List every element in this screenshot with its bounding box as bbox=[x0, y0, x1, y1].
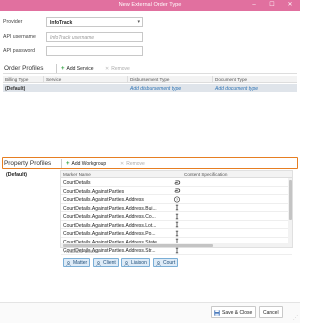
asset-chip-client[interactable]: Client bbox=[93, 258, 119, 267]
link-icon[interactable] bbox=[173, 187, 181, 194]
marker-name: CourtDetails.AgainstParties bbox=[63, 188, 125, 195]
provider-select[interactable]: InfoTrack ▾ bbox=[46, 17, 143, 27]
resize-grip-icon[interactable]: ⋰ bbox=[293, 315, 298, 321]
plus-icon: + bbox=[66, 161, 70, 167]
chevron-down-icon: ▾ bbox=[137, 19, 140, 25]
column-divider bbox=[127, 76, 128, 83]
asset-chip-label: Court bbox=[163, 260, 176, 266]
username-label: API username bbox=[3, 34, 36, 40]
password-field[interactable] bbox=[46, 46, 143, 56]
column-header: Marker Name bbox=[63, 172, 91, 177]
asset-chip-label: Matter bbox=[73, 260, 88, 266]
workgroup-default[interactable]: (Default) bbox=[6, 172, 27, 178]
provider-row: Provider InfoTrack ▾ bbox=[3, 17, 148, 27]
column-header: Service bbox=[46, 77, 62, 82]
table-row[interactable]: (Default) Add disbursement type Add docu… bbox=[3, 84, 297, 92]
person-icon bbox=[66, 260, 71, 266]
asset-chip-court[interactable]: Court bbox=[153, 258, 179, 267]
horizontal-scrollbar[interactable] bbox=[61, 243, 290, 247]
marker-name: CourtDetails.AgainstParties.Address.Lot.… bbox=[63, 222, 157, 229]
dialog-footer: Save & Close Cancel ⋰ bbox=[0, 302, 300, 323]
toolbar-divider bbox=[56, 64, 57, 73]
remove-workgroup-button[interactable]: ✕ Remove bbox=[120, 161, 145, 167]
table-row[interactable]: CourtDetails.AgainstParties.Address? bbox=[61, 195, 292, 204]
marker-name: CourtDetails.AgainstParties.Address bbox=[63, 197, 144, 203]
order-profiles-toolbar: Order Profiles + Add Service ✕ Remove bbox=[3, 63, 297, 74]
marker-name: CourtDetails bbox=[63, 180, 91, 186]
close-button[interactable]: ✕ bbox=[284, 1, 296, 10]
property-grid: Marker Name Content Specification CourtD… bbox=[60, 170, 293, 255]
person-icon bbox=[96, 260, 101, 266]
provider-label: Provider bbox=[3, 19, 23, 25]
question-icon[interactable]: ? bbox=[173, 196, 181, 203]
scrollbar-thumb[interactable] bbox=[63, 243, 213, 247]
column-header: Disbursement Type bbox=[130, 77, 170, 82]
table-row[interactable]: CourtDetails.AgainstParties.Address.Bui.… bbox=[61, 204, 292, 212]
asset-chip-liaison[interactable]: Liaison bbox=[121, 258, 150, 267]
remove-service-button[interactable]: ✕ Remove bbox=[105, 66, 130, 72]
remove-workgroup-label: Remove bbox=[126, 161, 145, 167]
table-row[interactable]: CourtDetails bbox=[61, 178, 292, 187]
add-workgroup-label: Add Workgroup bbox=[71, 161, 107, 167]
table-row[interactable]: CourtDetails.AgainstParties bbox=[61, 187, 292, 195]
add-disbursement-link[interactable]: Add disbursement type bbox=[130, 86, 181, 92]
order-profiles-title: Order Profiles bbox=[4, 65, 44, 72]
save-close-button[interactable]: Save & Close bbox=[211, 306, 257, 318]
person-icon bbox=[156, 260, 161, 266]
close-icon: ✕ bbox=[105, 66, 110, 72]
billing-type-cell: (Default) bbox=[5, 85, 26, 92]
toolbar-divider bbox=[61, 159, 62, 168]
save-icon bbox=[214, 309, 220, 316]
marker-name: CourtDetails.AgainstParties.Address.Bui.… bbox=[63, 205, 157, 212]
svg-text:?: ? bbox=[176, 197, 178, 201]
add-service-label: Add Service bbox=[66, 66, 94, 72]
property-profiles-toolbar: Property Profiles + Add Workgroup ✕ Remove bbox=[3, 158, 297, 169]
order-grid-header: Billing Type Service Disbursement Type D… bbox=[3, 76, 297, 83]
save-close-label: Save & Close bbox=[222, 310, 253, 316]
cancel-label: Cancel bbox=[263, 310, 279, 316]
text-cursor-icon[interactable] bbox=[173, 247, 181, 254]
minimize-button[interactable]: – bbox=[248, 1, 260, 10]
column-divider bbox=[43, 76, 44, 83]
username-field[interactable]: InfoTrack username bbox=[46, 32, 143, 42]
provider-value: InfoTrack bbox=[50, 20, 73, 26]
asset-chip-label: Liaison bbox=[131, 260, 147, 266]
property-grid-header: Marker Name Content Specification bbox=[61, 171, 292, 178]
add-workgroup-button[interactable]: + Add Workgroup bbox=[66, 161, 106, 167]
person-icon bbox=[124, 260, 129, 266]
column-header: Document Type bbox=[215, 77, 248, 82]
text-cursor-icon[interactable] bbox=[173, 213, 181, 220]
cancel-button[interactable]: Cancel bbox=[259, 306, 283, 318]
column-header: Content Specification bbox=[184, 172, 228, 177]
asset-chip-matter[interactable]: Matter bbox=[63, 258, 91, 267]
column-divider bbox=[212, 76, 213, 83]
link-icon[interactable] bbox=[173, 179, 181, 186]
available-assets-label: Available assets bbox=[64, 250, 99, 255]
close-icon: ✕ bbox=[120, 161, 125, 167]
asset-chip-label: Client bbox=[103, 260, 116, 266]
plus-icon: + bbox=[61, 66, 65, 72]
maximize-button[interactable]: ☐ bbox=[266, 1, 278, 10]
title-bar: New External Order Type – ☐ ✕ bbox=[0, 0, 300, 11]
text-cursor-icon[interactable] bbox=[173, 204, 181, 211]
vertical-scrollbar[interactable] bbox=[288, 178, 292, 247]
scrollbar-thumb[interactable] bbox=[288, 180, 292, 220]
table-row[interactable]: CourtDetails.AgainstParties.Address.Po..… bbox=[61, 229, 292, 238]
property-profiles-title: Property Profiles bbox=[4, 160, 52, 167]
text-cursor-icon[interactable] bbox=[173, 221, 181, 228]
username-row: API username InfoTrack username bbox=[3, 32, 148, 42]
marker-name: CourtDetails.AgainstParties.Address.Po..… bbox=[63, 231, 156, 237]
remove-service-label: Remove bbox=[111, 66, 130, 72]
add-document-link[interactable]: Add document type bbox=[215, 86, 258, 92]
marker-name: CourtDetails.AgainstParties.Address.Co..… bbox=[63, 214, 156, 220]
add-service-button[interactable]: + Add Service bbox=[61, 66, 93, 72]
table-row[interactable]: CourtDetails.AgainstParties.Address.Co..… bbox=[61, 212, 292, 221]
table-row[interactable]: CourtDetails.AgainstParties.Address.Lot.… bbox=[61, 221, 292, 229]
password-label: API password bbox=[3, 48, 36, 54]
password-row: API password bbox=[3, 46, 148, 56]
text-cursor-icon[interactable] bbox=[173, 230, 181, 237]
column-header: Billing Type bbox=[5, 77, 29, 82]
